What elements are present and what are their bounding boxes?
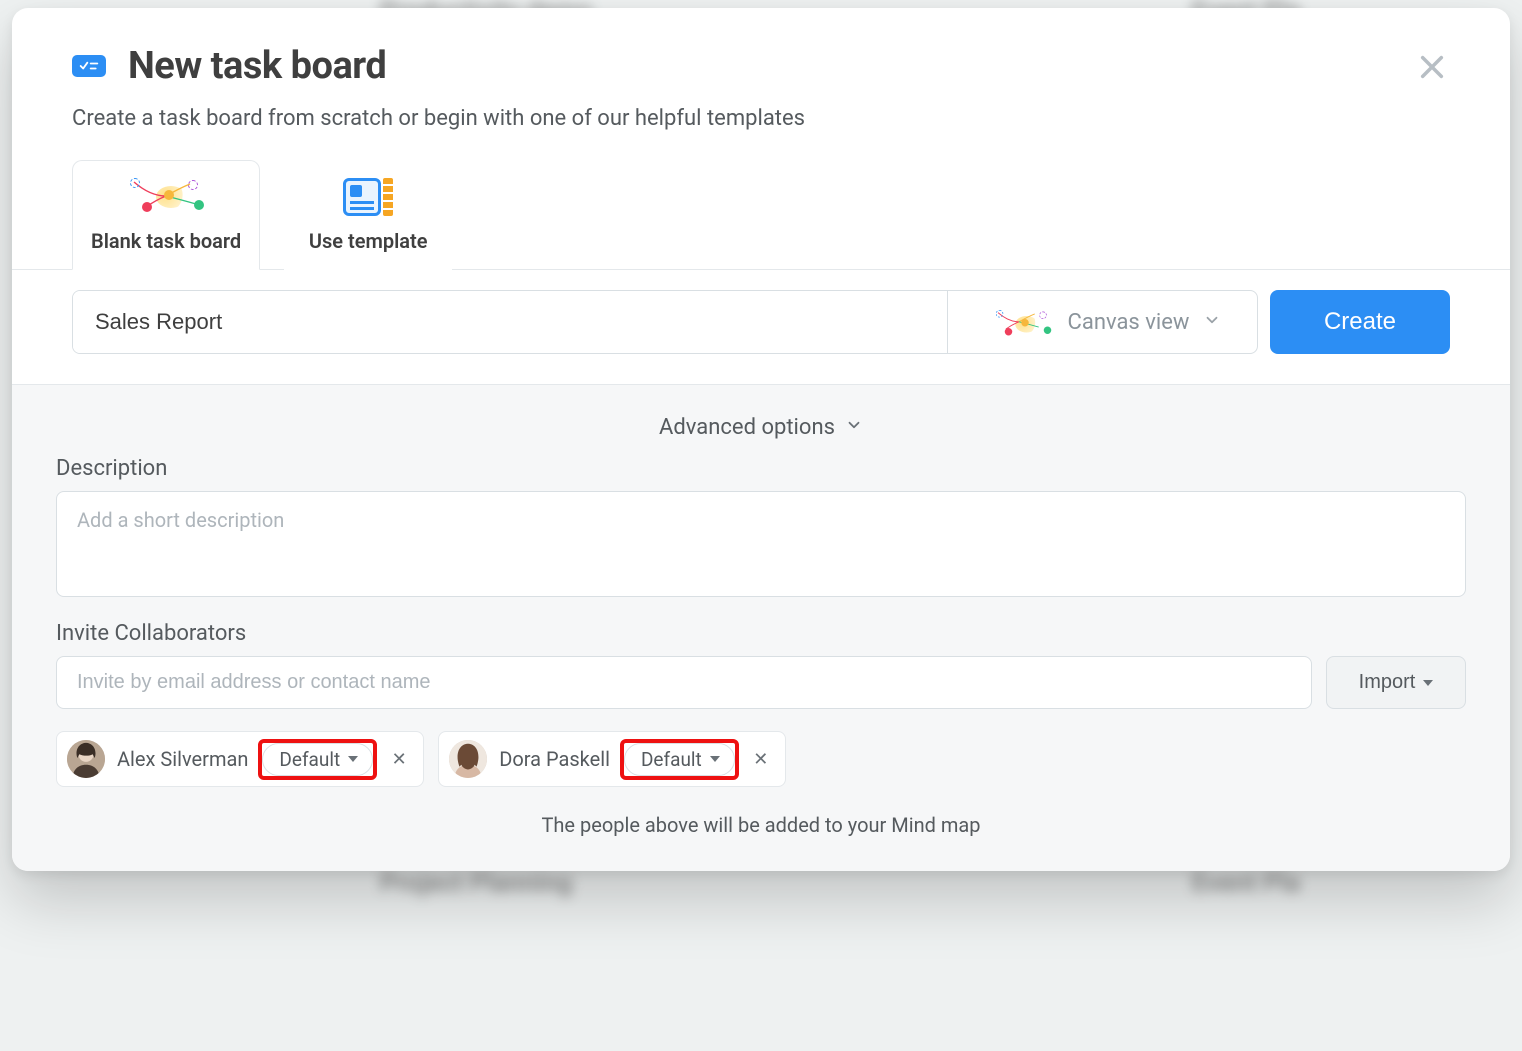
bg-label: Project Planning — [380, 868, 572, 898]
title-wrap: New task board — [72, 44, 386, 88]
template-tabs: Blank task board Use template — [12, 159, 1510, 270]
role-label: Default — [641, 748, 702, 771]
description-label: Description — [56, 456, 1466, 481]
new-task-board-modal: New task board Create a task board from … — [12, 8, 1510, 871]
caret-down-icon — [1423, 680, 1433, 686]
name-row: Canvas view Create — [12, 270, 1510, 384]
close-icon: ✕ — [753, 749, 768, 769]
chevron-down-icon — [1203, 310, 1221, 335]
create-button[interactable]: Create — [1270, 290, 1450, 354]
collaborator-chips: Alex Silverman Default ✕ Dora Paskell — [56, 731, 1466, 787]
task-board-icon — [72, 55, 106, 77]
caret-down-icon — [348, 756, 358, 762]
advanced-section: Advanced options Description Invite Coll… — [12, 384, 1510, 871]
collaborator-chip: Dora Paskell Default ✕ — [438, 731, 786, 787]
view-dropdown-label: Canvas view — [1068, 310, 1190, 335]
advanced-options-toggle[interactable]: Advanced options — [56, 401, 1466, 450]
close-button[interactable] — [1414, 50, 1450, 86]
modal-subtitle: Create a task board from scratch or begi… — [12, 88, 1510, 131]
chevron-down-icon — [845, 415, 863, 440]
mindmap-icon — [992, 310, 1045, 334]
tab-use-template[interactable]: Use template — [284, 160, 452, 270]
avatar — [449, 740, 487, 778]
footer-note: The people above will be added to your M… — [56, 813, 1466, 837]
modal-header: New task board — [12, 8, 1510, 88]
board-name-input[interactable] — [73, 291, 947, 353]
tab-label: Use template — [303, 229, 433, 253]
highlight-box: Default — [260, 741, 375, 778]
import-label: Import — [1359, 671, 1416, 694]
collaborator-name: Alex Silverman — [117, 747, 248, 771]
import-button[interactable]: Import — [1326, 656, 1466, 709]
mindmap-icon — [91, 175, 241, 219]
remove-collaborator-button[interactable]: ✕ — [387, 747, 411, 771]
caret-down-icon — [710, 756, 720, 762]
invite-label: Invite Collaborators — [56, 621, 1466, 646]
close-icon — [1418, 53, 1446, 84]
view-dropdown[interactable]: Canvas view — [947, 291, 1257, 353]
invite-row: Import — [56, 656, 1466, 709]
description-input[interactable] — [56, 491, 1466, 597]
collaborator-chip: Alex Silverman Default ✕ — [56, 731, 424, 787]
name-combo: Canvas view — [72, 290, 1258, 354]
tab-blank-board[interactable]: Blank task board — [72, 160, 260, 270]
avatar — [67, 740, 105, 778]
advanced-options-label: Advanced options — [659, 415, 835, 440]
close-icon: ✕ — [392, 749, 407, 769]
role-label: Default — [279, 748, 340, 771]
remove-collaborator-button[interactable]: ✕ — [749, 747, 773, 771]
modal-title: New task board — [128, 44, 386, 88]
collaborator-name: Dora Paskell — [499, 747, 610, 771]
tab-label: Blank task board — [91, 229, 241, 253]
role-dropdown[interactable]: Default — [624, 743, 735, 776]
invite-input[interactable] — [56, 656, 1312, 709]
template-icon — [303, 175, 433, 219]
highlight-box: Default — [622, 741, 737, 778]
bg-label: Event Pla — [1192, 868, 1300, 898]
role-dropdown[interactable]: Default — [262, 743, 373, 776]
